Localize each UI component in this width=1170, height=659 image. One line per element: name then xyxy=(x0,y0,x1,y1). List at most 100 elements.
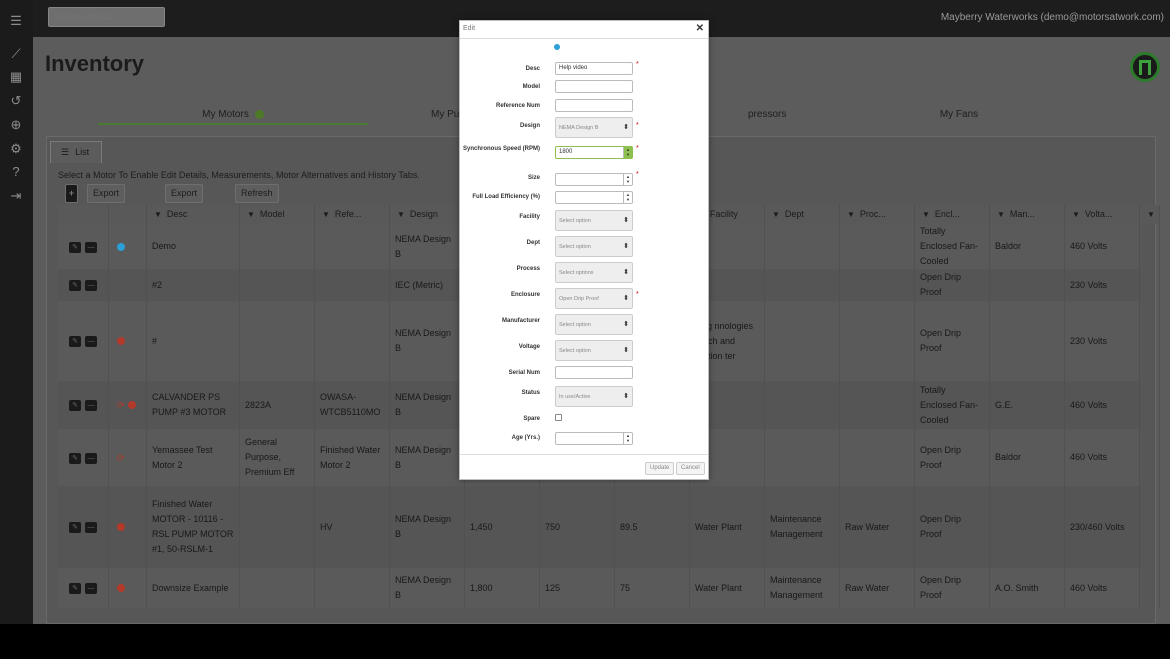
remove-icon[interactable]: — xyxy=(85,452,97,464)
model-input[interactable] xyxy=(555,80,633,93)
grid-icon[interactable]: ▦ xyxy=(4,68,28,86)
filter-icon[interactable]: ▼ xyxy=(397,210,405,219)
filter-icon[interactable]: ▼ xyxy=(922,210,930,219)
cell-dept: Maintenance Management xyxy=(765,486,840,568)
dept-select[interactable]: Select option ⬍ xyxy=(555,236,633,257)
export-pdf-button[interactable]: Export To PDF xyxy=(165,184,204,232)
row-status xyxy=(109,486,147,568)
edit-icon[interactable]: ✎ xyxy=(69,280,81,291)
remove-icon[interactable]: — xyxy=(85,522,97,533)
field-label: Full Load Efficiency (%) xyxy=(472,194,540,200)
help-icon[interactable]: ? xyxy=(4,163,28,181)
update-button[interactable]: Update xyxy=(645,462,675,475)
cell-eff: 75 xyxy=(615,568,690,608)
spinner-icon[interactable]: ▲ ▼ xyxy=(623,433,632,444)
reference-num-input[interactable] xyxy=(555,99,633,112)
column-header-model[interactable]: ▼ Model xyxy=(240,205,315,224)
info-icon[interactable] xyxy=(554,44,560,50)
alert-icon[interactable] xyxy=(117,523,125,531)
chart-icon[interactable]: ⟋ xyxy=(4,45,28,63)
sync-icon[interactable]: ⟳ xyxy=(117,453,125,462)
synchronous-speed-input[interactable]: 1800 ▲ ▼ xyxy=(555,146,633,159)
refresh-button[interactable]: Refresh xyxy=(235,184,279,203)
filter-icon[interactable]: ▼ xyxy=(1147,210,1155,219)
logout-icon[interactable]: ⇥ xyxy=(4,187,28,205)
remove-icon[interactable]: — xyxy=(85,280,97,291)
process-select[interactable]: Select options ⬍ xyxy=(555,262,633,283)
tab-my-fans[interactable]: My Fans xyxy=(824,107,1094,123)
remove-icon[interactable]: — xyxy=(85,336,97,347)
manufacturer-select[interactable]: Select option ⬍ xyxy=(555,314,633,335)
table-row[interactable]: ✎ — Finished Water MOTOR - 10116 - RSL PUM… xyxy=(58,486,1160,568)
table-row[interactable]: ✎ — Downsize Example NEMA Design B 1,800 125 7… xyxy=(58,568,1160,608)
required-marker: * xyxy=(636,171,639,178)
info-icon[interactable] xyxy=(117,242,125,251)
column-header-dept[interactable]: ▼ Dept xyxy=(765,205,840,224)
spinner-icon[interactable]: ▲ ▼ xyxy=(623,174,632,185)
filter-icon[interactable]: ▼ xyxy=(322,210,330,219)
voltage-select[interactable]: Select option ⬍ xyxy=(555,340,633,361)
required-marker: * xyxy=(636,145,639,152)
column-header-reference[interactable]: ▼ Refe... xyxy=(315,205,390,224)
column-header-enclosure[interactable]: ▼ Encl... xyxy=(915,205,990,224)
column-header-desc[interactable]: ▼ Desc xyxy=(147,205,240,224)
alert-icon[interactable] xyxy=(117,584,125,592)
alert-icon[interactable] xyxy=(128,401,136,409)
filter-icon[interactable]: ▼ xyxy=(154,210,162,219)
spinner-icon[interactable]: ▲ ▼ xyxy=(623,147,632,158)
row-actions: ✎ — xyxy=(58,381,109,429)
column-header-manufacturer[interactable]: ▼ Man... xyxy=(990,205,1065,224)
spinner-icon[interactable]: ▲ ▼ xyxy=(623,192,632,203)
edit-icon[interactable]: ✎ xyxy=(69,336,81,347)
cell-encl: Open Drip Proof xyxy=(915,568,990,608)
facility-select[interactable]: Select option ⬍ xyxy=(555,210,633,231)
select-arrow-icon: ⬍ xyxy=(623,321,629,328)
column-header-extra[interactable]: ▼ xyxy=(1140,205,1160,224)
edit-icon[interactable]: ✎ xyxy=(69,400,81,411)
column-header-design[interactable]: ▼ Design xyxy=(390,205,465,224)
alert-icon[interactable] xyxy=(117,337,125,345)
menu-icon[interactable]: ☰ xyxy=(4,12,28,30)
age-input[interactable]: ▲ ▼ xyxy=(555,432,633,445)
account-label[interactable]: Mayberry Waterworks (demo@motorsatwork.c… xyxy=(941,12,1164,23)
add-circle-icon[interactable]: ⊕ xyxy=(4,116,28,134)
filter-icon[interactable]: ▼ xyxy=(847,210,855,219)
list-tab[interactable]: ☰ List xyxy=(50,141,102,163)
add-icon[interactable]: + xyxy=(65,184,78,203)
select-arrow-icon: ⬍ xyxy=(623,295,629,302)
edit-icon[interactable]: ✎ xyxy=(69,241,81,253)
filter-icon[interactable]: ▼ xyxy=(1072,210,1080,219)
size-input[interactable]: ▲ ▼ xyxy=(555,173,633,186)
serial-num-input[interactable] xyxy=(555,366,633,379)
remove-icon[interactable]: — xyxy=(85,400,97,411)
full-load-efficiency-input[interactable]: ▲ ▼ xyxy=(555,191,633,204)
cell-ref xyxy=(315,224,390,269)
cancel-button[interactable]: Cancel xyxy=(676,462,705,475)
search-input[interactable] xyxy=(48,7,165,27)
enclosure-select[interactable]: Open Drip Proof ⬍ xyxy=(555,288,633,309)
cell-model: General Purpose, Premium Eff xyxy=(240,429,315,486)
column-header-voltage[interactable]: ▼ Volta... xyxy=(1065,205,1140,224)
close-icon[interactable]: ✕ xyxy=(696,23,704,34)
filter-icon[interactable]: ▼ xyxy=(247,210,255,219)
settings-icon[interactable]: ⚙ xyxy=(4,140,28,158)
tab-my-motors[interactable]: My Motors xyxy=(98,107,368,125)
history-icon[interactable]: ↺ xyxy=(4,92,28,110)
spare-checkbox[interactable] xyxy=(555,414,562,421)
column-header-process[interactable]: ▼ Proc... xyxy=(840,205,915,224)
cell-model: 2823A xyxy=(240,381,315,429)
edit-icon[interactable]: ✎ xyxy=(69,452,81,464)
cell-ref xyxy=(315,269,390,301)
edit-icon[interactable]: ✎ xyxy=(69,583,81,594)
status-select[interactable]: In use/Active ⬍ xyxy=(555,386,633,407)
sync-icon[interactable]: ⟳ xyxy=(117,401,125,410)
cell-encl: Open Drip Proof xyxy=(915,301,990,381)
filter-icon[interactable]: ▼ xyxy=(772,210,780,219)
export-excel-button[interactable]: Export to Excel xyxy=(87,184,126,232)
remove-icon[interactable]: — xyxy=(85,241,97,253)
desc-input[interactable]: Help video xyxy=(555,62,633,75)
remove-icon[interactable]: — xyxy=(85,583,97,594)
edit-icon[interactable]: ✎ xyxy=(69,522,81,533)
design-select[interactable]: NEMA Design B ⬍ xyxy=(555,117,633,138)
filter-icon[interactable]: ▼ xyxy=(997,210,1005,219)
